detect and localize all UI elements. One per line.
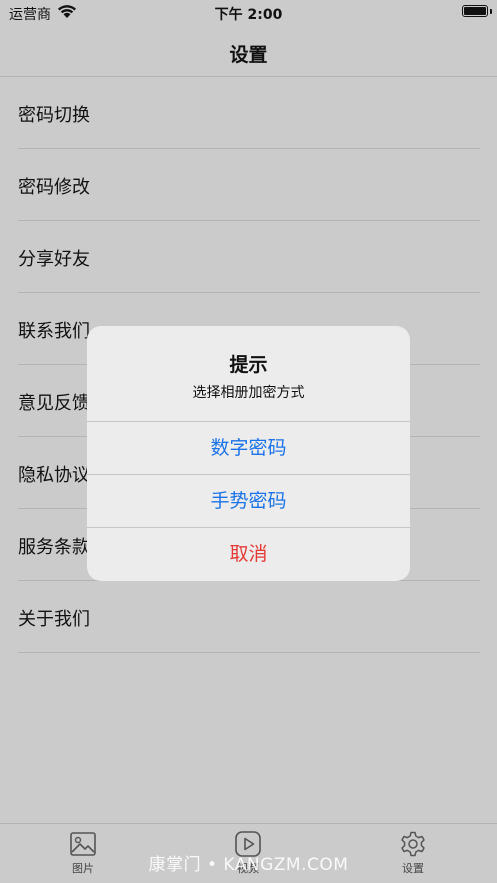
alert-header: 提示 选择相册加密方式 bbox=[87, 326, 410, 422]
cancel-button[interactable]: 取消 bbox=[87, 528, 410, 581]
page-title: 设置 bbox=[229, 44, 268, 66]
gesture-password-button[interactable]: 手势密码 bbox=[87, 475, 410, 528]
numeric-password-button[interactable]: 数字密码 bbox=[87, 422, 410, 475]
watermark: 康掌门 • KANGZM.COM bbox=[148, 855, 349, 875]
menu-item-label: 关于我们 bbox=[18, 609, 90, 630]
divider bbox=[18, 652, 480, 653]
battery-tip bbox=[490, 9, 492, 14]
battery-icon bbox=[462, 5, 488, 17]
menu-item-label: 服务条款 bbox=[18, 537, 90, 558]
menu-item-about-us[interactable]: 关于我们 bbox=[0, 581, 497, 653]
menu-item-label: 隐私协议 bbox=[18, 465, 90, 486]
alert-message: 选择相册加密方式 bbox=[192, 385, 305, 401]
menu-item-password-change[interactable]: 密码修改 bbox=[0, 149, 497, 221]
menu-item-password-switch[interactable]: 密码切换 bbox=[0, 77, 497, 149]
navigation-bar: 设置 bbox=[0, 26, 497, 77]
status-time: 下午 2:00 bbox=[214, 7, 283, 23]
menu-item-label: 联系我们 bbox=[18, 321, 90, 342]
menu-item-label: 密码修改 bbox=[18, 177, 90, 198]
menu-item-label: 密码切换 bbox=[18, 105, 90, 126]
menu-item-label: 意见反馈 bbox=[18, 393, 90, 414]
alert-title: 提示 bbox=[229, 354, 268, 376]
status-bar: 运营商 下午 2:00 bbox=[0, 0, 497, 26]
menu-item-share-friends[interactable]: 分享好友 bbox=[0, 221, 497, 293]
alert-dialog: 提示 选择相册加密方式 数字密码 手势密码 取消 bbox=[87, 326, 410, 581]
menu-item-label: 分享好友 bbox=[18, 249, 90, 270]
